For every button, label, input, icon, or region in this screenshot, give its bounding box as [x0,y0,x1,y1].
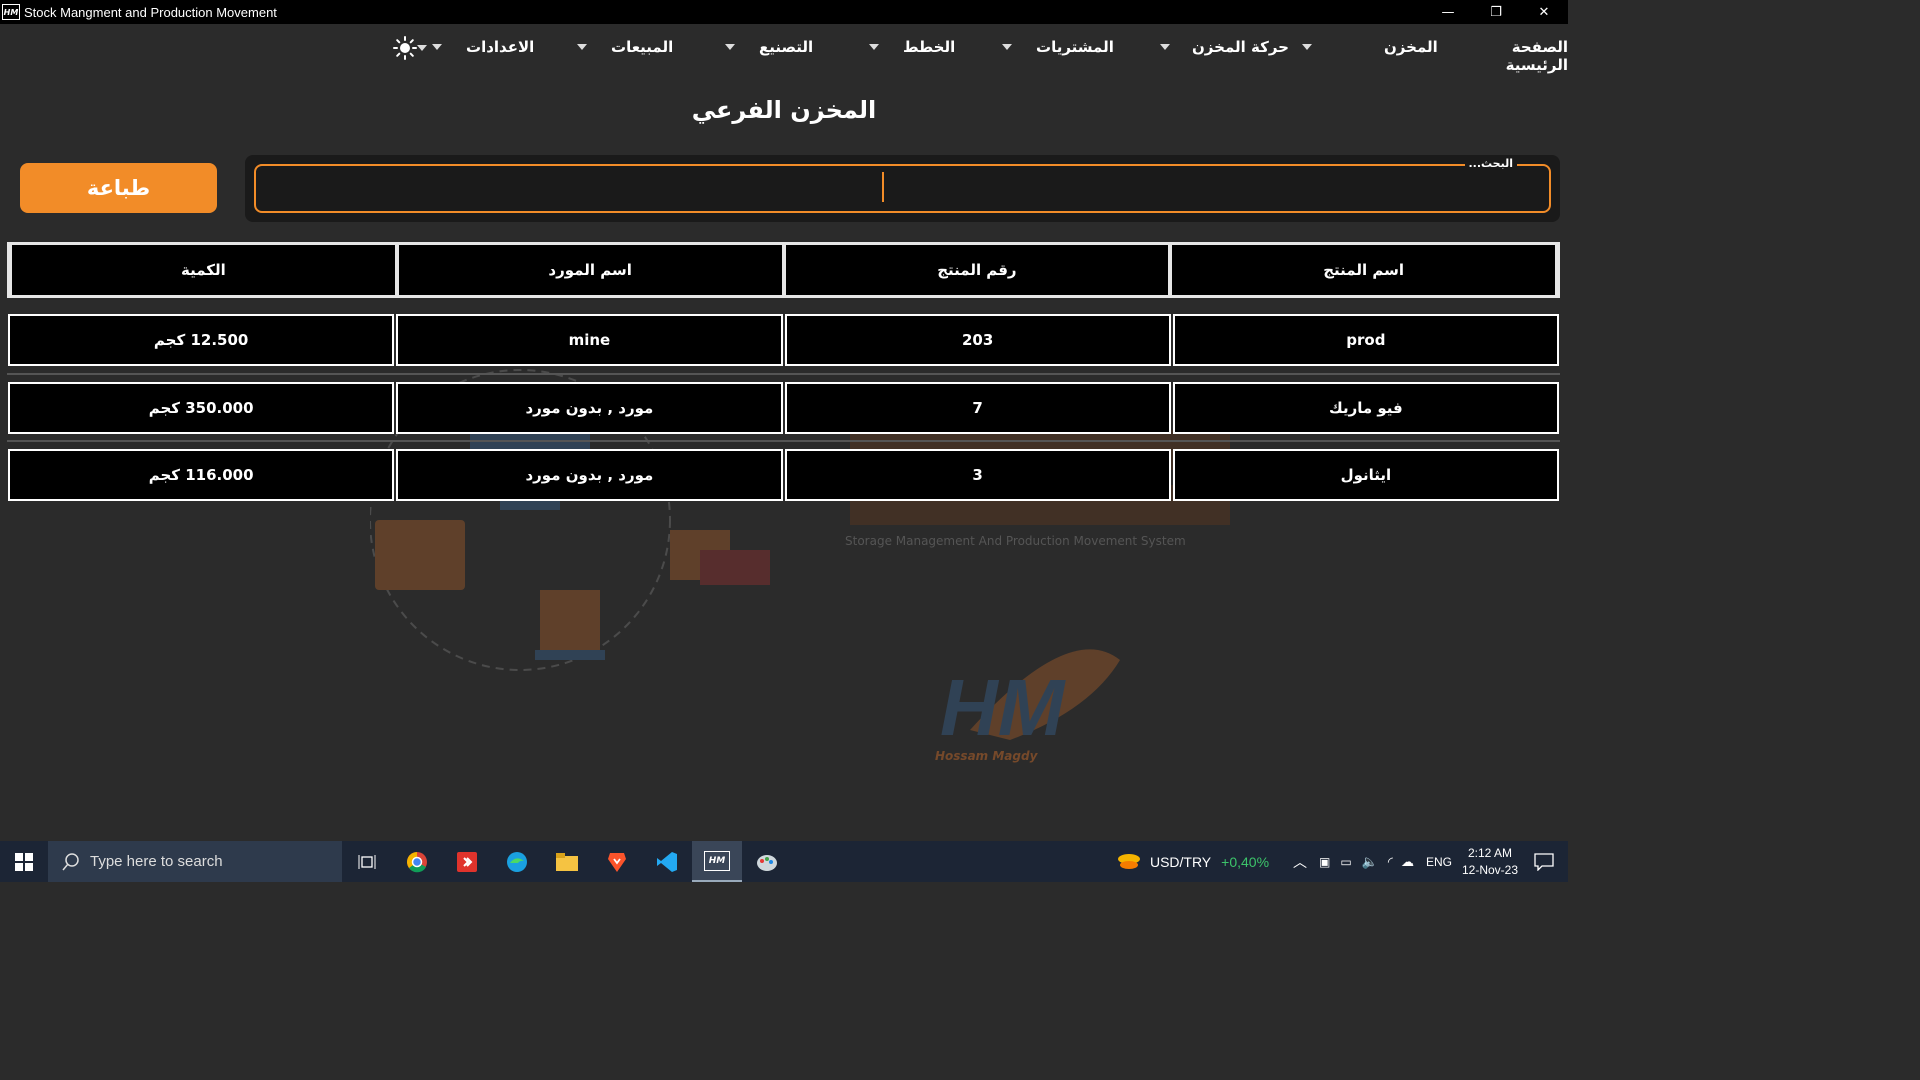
battery-icon[interactable]: ▭ [1340,855,1351,869]
header-product-name[interactable]: اسم المنتج [1172,245,1555,295]
text-cursor [882,172,884,202]
menu-stock-movement-label: حركة المخزن [1192,38,1289,56]
cell-supplier-name[interactable]: مورد , بدون مورد [396,449,783,501]
menu-home-label: الصفحة الرئيسية [1505,38,1568,74]
menu-settings[interactable]: الاعدادات [432,38,534,56]
app-icon: HM [2,4,20,20]
row-divider [7,440,1560,442]
search-container: البحث... [245,155,1560,222]
watermark-subtitle: Storage Management And Production Moveme… [845,534,1186,548]
cell-quantity[interactable]: 116.000 كجم [8,449,395,501]
cell-product-number[interactable]: 7 [784,382,1171,434]
cell-product-name[interactable]: prod [1172,314,1559,366]
chevron-down-icon [869,44,879,50]
cell-product-number[interactable]: 203 [784,314,1171,366]
title-bar: HM Stock Mangment and Production Movemen… [0,0,1568,24]
menu-plans-label: الخطط [903,38,956,56]
header-product-number[interactable]: رقم المنتج [785,245,1169,295]
table-row[interactable]: فيو ماريك 7 مورد , بدون مورد 350.000 كجم [7,382,1560,434]
chrome-icon[interactable] [392,841,442,882]
anydesk-icon[interactable] [442,841,492,882]
chevron-down-icon [1160,44,1170,50]
cell-product-number[interactable]: 3 [784,449,1171,501]
header-supplier-name[interactable]: اسم المورد [398,245,782,295]
table-row[interactable]: ايثانول 3 مورد , بدون مورد 116.000 كجم [7,449,1560,501]
restore-button[interactable]: ❐ [1472,0,1520,24]
menu-sales[interactable]: المبيعات [577,38,673,56]
chevron-down-icon [417,45,427,51]
cell-supplier-name[interactable]: مورد , بدون مورد [396,382,783,434]
cell-quantity[interactable]: 350.000 كجم [8,382,395,434]
chevron-down-icon [725,44,735,50]
system-tray: USD/TRY +0,40% ︿ ▣ ▭ 🔈 ◜ ☁ ENG 2:12 AM 1… [1116,841,1568,882]
notifications-icon[interactable] [1534,852,1554,871]
chevron-up-icon[interactable]: ︿ [1293,852,1307,872]
meet-now-icon[interactable]: ▣ [1319,855,1330,869]
sun-icon [393,36,417,60]
currency-ticker[interactable]: USD/TRY [1150,854,1211,870]
taskbar-search-placeholder: Type here to search [90,853,223,870]
menu-settings-label: الاعدادات [466,38,535,56]
stock-app-icon[interactable]: HM [692,841,742,882]
task-view-icon[interactable] [342,841,392,882]
language-indicator[interactable]: ENG [1426,855,1452,869]
stock-app-logo: HM [704,850,730,871]
onedrive-icon[interactable]: ☁ [1401,854,1414,870]
clock[interactable]: 2:12 AM 12-Nov-23 [1462,845,1518,879]
search-field[interactable]: البحث... [254,157,1551,213]
row-divider [7,373,1560,375]
print-button[interactable]: طباعة [20,163,217,213]
theme-toggle[interactable] [393,36,443,60]
menu-purchases[interactable]: المشتريات [1002,38,1114,56]
chevron-down-icon [1002,44,1012,50]
wifi-icon[interactable]: ◜ [1388,854,1393,870]
currency-change: +0,40% [1221,853,1270,870]
file-explorer-icon[interactable] [542,841,592,882]
logo-text: HM [940,663,1067,752]
menu-home[interactable]: الصفحة الرئيسية [1454,38,1568,74]
window-title: Stock Mangment and Production Movement [24,4,277,20]
volume-icon[interactable]: 🔈 [1362,854,1378,870]
clock-date: 12-Nov-23 [1461,862,1518,877]
cell-product-name[interactable]: فيو ماريك [1172,382,1559,434]
minimize-button[interactable]: — [1424,0,1472,24]
cell-product-name[interactable]: ايثانول [1172,449,1559,501]
vscode-icon[interactable] [642,841,692,882]
search-input[interactable] [256,166,1549,211]
cell-quantity[interactable]: 12.500 كجم [8,314,395,366]
menu-sales-label: المبيعات [611,38,674,56]
menu-store-label: المخزن [1384,38,1438,56]
start-button[interactable] [0,841,48,882]
chevron-down-icon [1302,44,1312,50]
taskbar-search[interactable]: Type here to search [48,841,342,882]
taskbar: Type here to search HM USD/TRY +0,40% ︿ … [0,841,1568,882]
page-title: المخزن الفرعي [691,96,877,124]
menu-manufacturing[interactable]: التصنيع [725,38,813,56]
search-icon [62,852,79,870]
windows-logo-icon [15,852,33,871]
chevron-down-icon [577,44,587,50]
header-quantity[interactable]: الكمية [12,245,395,295]
paint-icon[interactable] [742,841,792,882]
currency-icon [1117,853,1140,869]
table-header: اسم المنتج رقم المنتج اسم المورد الكمية [7,242,1560,298]
watermark-author: Hossam Magdy [935,749,1038,763]
menu-plans[interactable]: الخطط [869,38,955,56]
cell-supplier-name[interactable]: mine [396,314,783,366]
close-button[interactable]: ✕ [1520,0,1568,24]
menu-purchases-label: المشتريات [1036,38,1114,56]
main-menu: الصفحة الرئيسية المخزن حركة المخزن المشت… [0,24,1568,74]
clock-time: 2:12 AM [1467,845,1512,860]
edge-icon[interactable] [492,841,542,882]
menu-manufacturing-label: التصنيع [759,38,814,56]
table-row[interactable]: prod 203 mine 12.500 كجم [7,314,1560,366]
brave-icon[interactable] [592,841,642,882]
window-controls: — ❐ ✕ [1424,0,1568,24]
menu-stock-movement[interactable]: حركة المخزن [1160,38,1289,56]
menu-store[interactable]: المخزن [1302,38,1438,56]
